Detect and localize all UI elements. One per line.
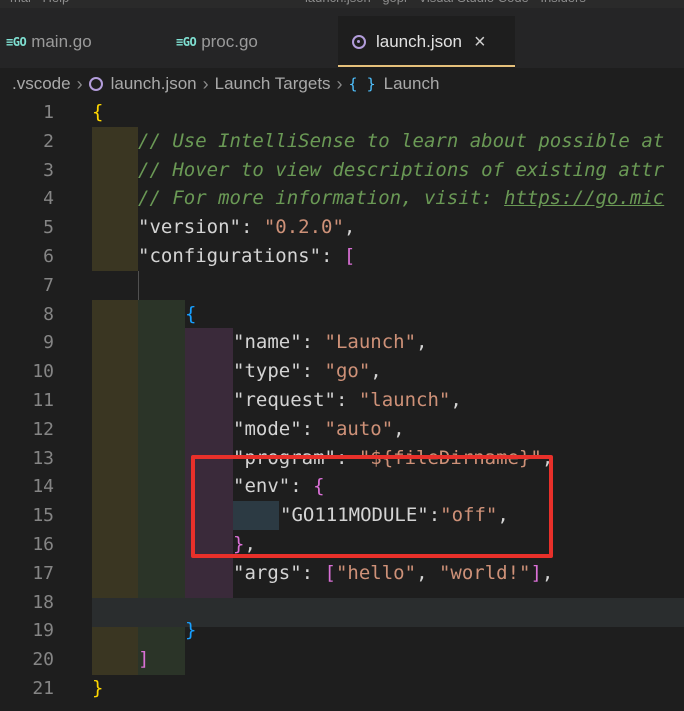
chevron-right-icon: › (336, 73, 343, 94)
code-line-2: // Use IntelliSense to learn about possi… (138, 130, 665, 152)
line-number: 20 (32, 649, 54, 670)
line-number: 21 (32, 678, 54, 699)
code-line-3: // Hover to view descriptions of existin… (138, 159, 665, 181)
json-value: "off" (440, 504, 498, 526)
comment-text: // For more information, visit: (138, 187, 505, 209)
line-number: 4 (43, 188, 54, 209)
tab-label: main.go (31, 32, 92, 51)
line-number: 13 (32, 448, 54, 469)
title-menu-fragment: mal · Help (10, 0, 69, 5)
line-number: 15 (32, 505, 54, 526)
breadcrumb-item-vscode[interactable]: .vscode (12, 74, 71, 94)
json-value: "world!" (438, 562, 531, 584)
line-number: 7 (43, 275, 54, 296)
tab-bar: ≡GO main.go ≡GO proc.go launch.json × (0, 8, 684, 68)
json-key: "GO111MODULE" (280, 504, 429, 526)
active-tab-indicator (338, 65, 515, 67)
doc-link[interactable]: https://go.mic (504, 187, 664, 209)
json-key: "env" (233, 475, 291, 497)
line-number: 3 (43, 160, 54, 181)
object-icon: { } (348, 75, 376, 93)
brace-open: { (92, 101, 104, 123)
code-line-12: "mode": "auto", (233, 418, 405, 440)
code-editor[interactable]: 1 2 3 4 5 6 7 8 9 10 11 12 13 14 15 16 1… (0, 98, 684, 711)
code-line-15: "GO111MODULE":"off", (280, 504, 509, 526)
json-value: "Launch" (324, 331, 417, 353)
code-line-20: ] (138, 645, 149, 674)
json-key: "name" (233, 331, 302, 353)
json-key: "type" (233, 360, 302, 382)
code-line-19: } (185, 616, 196, 645)
code-line-4: // For more information, visit: https://… (138, 184, 664, 213)
indent-guide-level3 (185, 328, 233, 616)
title-bar: mal · Help launch.json - gopl - Visual S… (0, 0, 684, 8)
json-file-icon (88, 77, 103, 91)
line-number: 5 (43, 217, 54, 238)
json-key: "args" (233, 562, 302, 584)
line-number: 9 (43, 332, 54, 353)
code-line-8: { (185, 300, 196, 329)
code-line-17: "args": ["hello", "world!"], (233, 562, 554, 584)
breadcrumb-item-launch[interactable]: Launch (384, 74, 440, 94)
code-line-21: } (92, 674, 103, 703)
code-line-9: "name": "Launch", (233, 331, 428, 353)
line-number: 11 (32, 390, 54, 411)
indent-guide-line (138, 271, 139, 300)
json-key: "program" (233, 447, 336, 469)
current-line-highlight (92, 598, 684, 627)
chevron-right-icon: › (202, 73, 209, 94)
line-number: 1 (43, 102, 54, 123)
tab-label: proc.go (201, 32, 258, 51)
code-line-14: "env": { (233, 475, 325, 497)
line-number: 8 (43, 304, 54, 325)
tab-proc-go[interactable]: ≡GO proc.go (170, 16, 338, 68)
brace-open: { (185, 303, 197, 325)
json-value: "launch" (358, 389, 451, 411)
line-number: 18 (32, 592, 54, 613)
indent-guide-level4 (233, 501, 279, 530)
chevron-right-icon: › (76, 73, 83, 94)
brace-close: } (185, 619, 197, 641)
line-number: 10 (32, 361, 54, 382)
window-title-fragment: launch.json - gopl - Visual Studio Code … (305, 0, 586, 5)
json-value: "hello" (335, 562, 417, 584)
json-key: "configurations" (138, 245, 322, 267)
breadcrumb-item-launch-targets[interactable]: Launch Targets (215, 74, 331, 94)
code-line-13: "program": "${fileDirname}", (233, 447, 554, 469)
code-line-5: "version": "0.2.0", (138, 216, 356, 238)
code-line-6: "configurations": [ (138, 245, 356, 267)
close-icon[interactable]: × (474, 32, 486, 52)
json-file-icon (352, 35, 366, 49)
tab-main-go[interactable]: ≡GO main.go (0, 16, 170, 68)
json-value: "auto" (324, 418, 394, 440)
line-number: 14 (32, 476, 54, 497)
line-number: 12 (32, 419, 54, 440)
code-line-11: "request": "launch", (233, 389, 462, 411)
indent-guide-level1 (92, 127, 138, 271)
tab-launch-json[interactable]: launch.json × (338, 16, 515, 68)
code-line-1: { (92, 98, 103, 127)
line-number: 2 (43, 131, 54, 152)
go-file-icon: ≡GO (6, 35, 27, 49)
breadcrumb-item-launch-json[interactable]: launch.json (111, 74, 197, 94)
json-value: "go" (324, 360, 371, 382)
json-value: "${fileDirname}" (358, 447, 542, 469)
line-number: 6 (43, 246, 54, 267)
go-file-icon: ≡GO (176, 35, 197, 49)
line-number: 19 (32, 620, 54, 641)
json-value: "0.2.0" (263, 216, 344, 238)
json-key: "mode" (233, 418, 302, 440)
breadcrumb: .vscode › launch.json › Launch Targets ›… (0, 68, 684, 100)
line-number: 16 (32, 534, 54, 555)
json-key: "version" (138, 216, 241, 238)
brace-close: } (92, 677, 104, 699)
code-line-16: }, (233, 533, 256, 555)
json-key: "request" (233, 389, 336, 411)
line-number: 17 (32, 563, 54, 584)
bracket-close: ] (138, 648, 150, 670)
tab-label: launch.json (376, 32, 463, 51)
code-line-10: "type": "go", (233, 360, 382, 382)
